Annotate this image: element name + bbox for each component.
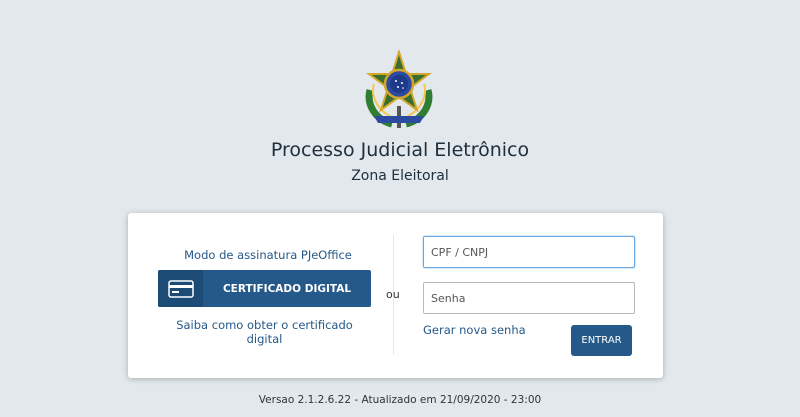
brazil-coat-of-arms-icon bbox=[360, 48, 438, 130]
enter-button[interactable]: ENTRAR bbox=[571, 325, 632, 356]
digital-certificate-label: CERTIFICADO DIGITAL bbox=[222, 282, 352, 295]
digital-certificate-button[interactable]: CERTIFICADO DIGITAL bbox=[158, 270, 371, 307]
get-certificate-link[interactable]: Saiba como obter o certificado digital bbox=[158, 318, 371, 346]
credit-card-icon bbox=[158, 270, 203, 307]
password-input[interactable] bbox=[423, 282, 635, 314]
signature-mode-link[interactable]: Modo de assinatura PJeOffice bbox=[158, 248, 378, 262]
page-subtitle: Zona Eleitoral bbox=[351, 168, 449, 184]
reset-password-link[interactable]: Gerar nova senha bbox=[423, 323, 526, 337]
page-title: Processo Judicial Eletrônico bbox=[270, 139, 530, 161]
cpf-cnpj-input[interactable] bbox=[423, 236, 635, 268]
or-separator: ou bbox=[386, 288, 400, 301]
login-panel: Modo de assinatura PJeOffice CERTIFICADO… bbox=[128, 213, 663, 378]
version-info: Versao 2.1.2.6.22 - Atualizado em 21/09/… bbox=[258, 394, 542, 406]
